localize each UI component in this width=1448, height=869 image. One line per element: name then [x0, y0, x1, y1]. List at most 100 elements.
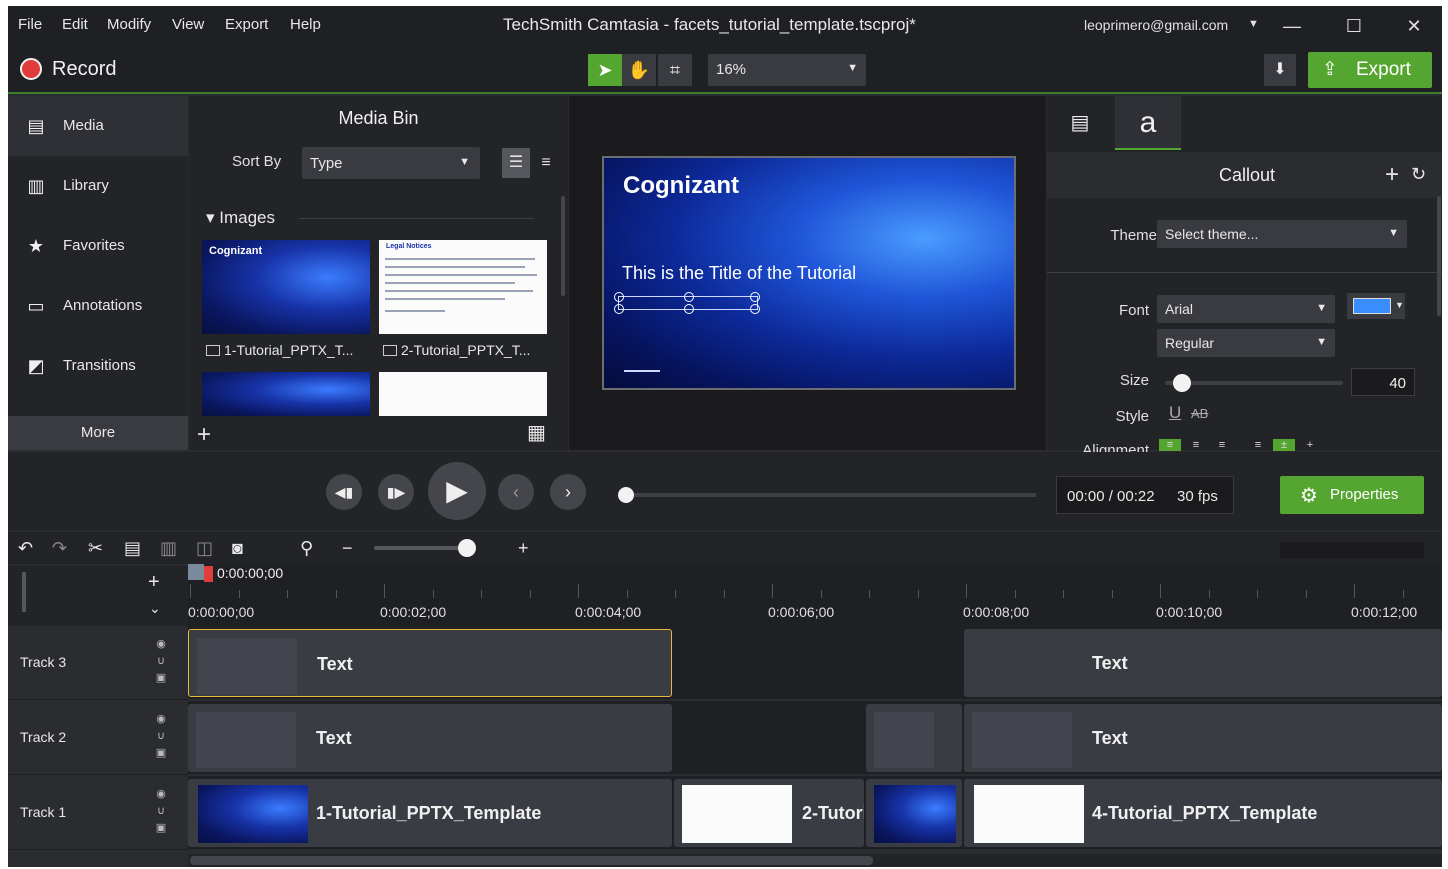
- timeline-scrollbar[interactable]: [188, 854, 1442, 867]
- align-bottom-icon[interactable]: +: [1299, 439, 1321, 451]
- add-media-icon[interactable]: +: [197, 421, 211, 449]
- clip-media[interactable]: 2-Tutori: [674, 779, 864, 847]
- properties-button[interactable]: ⚙ Properties: [1280, 476, 1424, 514]
- align-center-icon[interactable]: ≡: [1185, 439, 1207, 451]
- lock-icon[interactable]: ▣: [154, 670, 168, 687]
- strikethrough-icon[interactable]: AB: [1191, 406, 1208, 421]
- clip-text[interactable]: Text: [188, 704, 672, 772]
- undo-icon[interactable]: ↶: [18, 538, 33, 559]
- magnet-icon[interactable]: ∪: [154, 728, 168, 745]
- cut-icon[interactable]: ✂: [88, 538, 103, 559]
- timeline-zoom-thumb[interactable]: [458, 539, 476, 557]
- resize-handle[interactable]: [750, 292, 760, 302]
- add-icon[interactable]: +: [1385, 161, 1399, 189]
- playhead[interactable]: [204, 566, 213, 582]
- clip-text[interactable]: Text: [964, 629, 1442, 697]
- font-color-picker[interactable]: ▼: [1347, 293, 1405, 319]
- playhead-start-marker[interactable]: [188, 564, 204, 580]
- menu-file[interactable]: File: [18, 16, 42, 33]
- clip-text[interactable]: Text: [188, 629, 672, 697]
- split-icon[interactable]: ◫: [196, 538, 213, 559]
- next-marker-icon[interactable]: ›: [550, 474, 586, 510]
- media-thumb-4[interactable]: [379, 372, 547, 416]
- details-view-icon[interactable]: ☰: [502, 148, 530, 178]
- zoom-in-icon[interactable]: +: [518, 538, 529, 559]
- resize-handle[interactable]: [614, 304, 624, 314]
- record-icon[interactable]: [20, 58, 42, 80]
- pan-hand-icon[interactable]: ✋: [622, 54, 656, 86]
- camera-icon[interactable]: ◙: [232, 538, 243, 559]
- arrow-tool-icon[interactable]: ➤: [588, 54, 622, 86]
- images-group-header[interactable]: ▾ Images: [206, 208, 275, 228]
- crop-icon[interactable]: ⌗: [658, 54, 692, 86]
- play-icon[interactable]: ▶: [428, 462, 486, 520]
- size-input[interactable]: 40: [1351, 368, 1415, 396]
- menu-export[interactable]: Export: [225, 16, 268, 33]
- clip-text[interactable]: Text: [964, 704, 1442, 772]
- account-email[interactable]: leoprimero@gmail.com: [1084, 17, 1228, 33]
- export-button[interactable]: ⇪ Export: [1308, 52, 1432, 88]
- nav-item-transitions[interactable]: ◩ Transitions: [8, 336, 188, 396]
- eye-icon[interactable]: ◉: [154, 786, 168, 803]
- track-height-slider[interactable]: [22, 572, 26, 612]
- lock-icon[interactable]: ▣: [154, 820, 168, 837]
- paste-icon[interactable]: ▥: [160, 538, 177, 559]
- menu-view[interactable]: View: [172, 16, 204, 33]
- clip-text-short[interactable]: [866, 704, 962, 772]
- close-icon[interactable]: ✕: [1394, 12, 1434, 40]
- record-button[interactable]: Record: [52, 58, 116, 81]
- size-slider-track[interactable]: [1165, 381, 1343, 385]
- track-header-2[interactable]: Track 2 ◉ ∪ ▣: [8, 701, 188, 775]
- props-scrollbar[interactable]: [1437, 196, 1441, 316]
- zoom-dropdown[interactable]: 16% ▼: [708, 54, 866, 86]
- more-button[interactable]: More: [8, 416, 188, 450]
- magnet-icon[interactable]: ∪: [154, 653, 168, 670]
- clip-media[interactable]: 1-Tutorial_PPTX_Template: [188, 779, 672, 847]
- eye-icon[interactable]: ◉: [154, 711, 168, 728]
- media-bin-scrollbar[interactable]: [561, 196, 565, 296]
- maximize-icon[interactable]: ☐: [1334, 12, 1374, 40]
- theme-dropdown[interactable]: Select theme... ▼: [1157, 220, 1407, 248]
- clip-media[interactable]: [866, 779, 962, 847]
- clip-media[interactable]: 4-Tutorial_PPTX_Template: [964, 779, 1442, 847]
- resize-handle[interactable]: [684, 304, 694, 314]
- track-header-3[interactable]: Track 3 ◉ ∪ ▣: [8, 626, 188, 700]
- size-slider-thumb[interactable]: [1173, 374, 1191, 392]
- lock-icon[interactable]: ▣: [154, 745, 168, 762]
- align-top-icon[interactable]: ≡: [1247, 439, 1269, 451]
- download-icon[interactable]: ⬇: [1264, 54, 1296, 86]
- redo-icon[interactable]: ↷: [52, 538, 67, 559]
- timeline-ruler[interactable]: 0:00:00;00 0:00:00;00 0:00:02;00 0:00:04…: [188, 564, 1442, 626]
- minimize-icon[interactable]: —: [1272, 12, 1312, 40]
- menu-edit[interactable]: Edit: [62, 16, 88, 33]
- nav-item-annotations[interactable]: ▭ Annotations: [8, 276, 188, 336]
- copy-icon[interactable]: ▤: [124, 538, 141, 559]
- nav-item-favorites[interactable]: ★ Favorites: [8, 216, 188, 276]
- tab-text-properties[interactable]: a: [1115, 96, 1181, 150]
- font-style-dropdown[interactable]: Regular ▼: [1157, 329, 1335, 357]
- media-thumb-2[interactable]: Legal Notices: [379, 240, 547, 334]
- menu-modify[interactable]: Modify: [107, 16, 151, 33]
- resize-handle[interactable]: [750, 304, 760, 314]
- tab-visual-properties[interactable]: ▤: [1047, 96, 1113, 150]
- step-forward-icon[interactable]: ▮▶: [378, 474, 414, 510]
- align-left-icon[interactable]: ≡: [1159, 439, 1181, 451]
- eye-icon[interactable]: ◉: [154, 636, 168, 653]
- scrubber-thumb[interactable]: [618, 487, 634, 503]
- track-header-1[interactable]: Track 1 ◉ ∪ ▣: [8, 776, 188, 850]
- slide-title[interactable]: This is the Title of the Tutorial: [622, 263, 856, 284]
- align-right-icon[interactable]: ≡: [1211, 439, 1233, 451]
- caret-down-icon[interactable]: ▼: [1248, 18, 1259, 30]
- nav-item-library[interactable]: ▥ Library: [8, 156, 188, 216]
- resize-handle[interactable]: [614, 292, 624, 302]
- zoom-out-icon[interactable]: −: [342, 538, 353, 559]
- grid-view-icon[interactable]: ▦: [527, 420, 546, 445]
- font-dropdown[interactable]: Arial ▼: [1157, 295, 1335, 323]
- menu-help[interactable]: Help: [290, 16, 321, 33]
- nav-item-media[interactable]: ▤ Media: [8, 96, 188, 156]
- search-icon[interactable]: ⚲: [300, 538, 313, 559]
- resize-handle[interactable]: [684, 292, 694, 302]
- canvas-preview[interactable]: Cognizant This is the Title of the Tutor…: [602, 156, 1016, 390]
- chevron-down-icon[interactable]: ⌄: [149, 600, 161, 617]
- media-thumb-3[interactable]: [202, 372, 370, 416]
